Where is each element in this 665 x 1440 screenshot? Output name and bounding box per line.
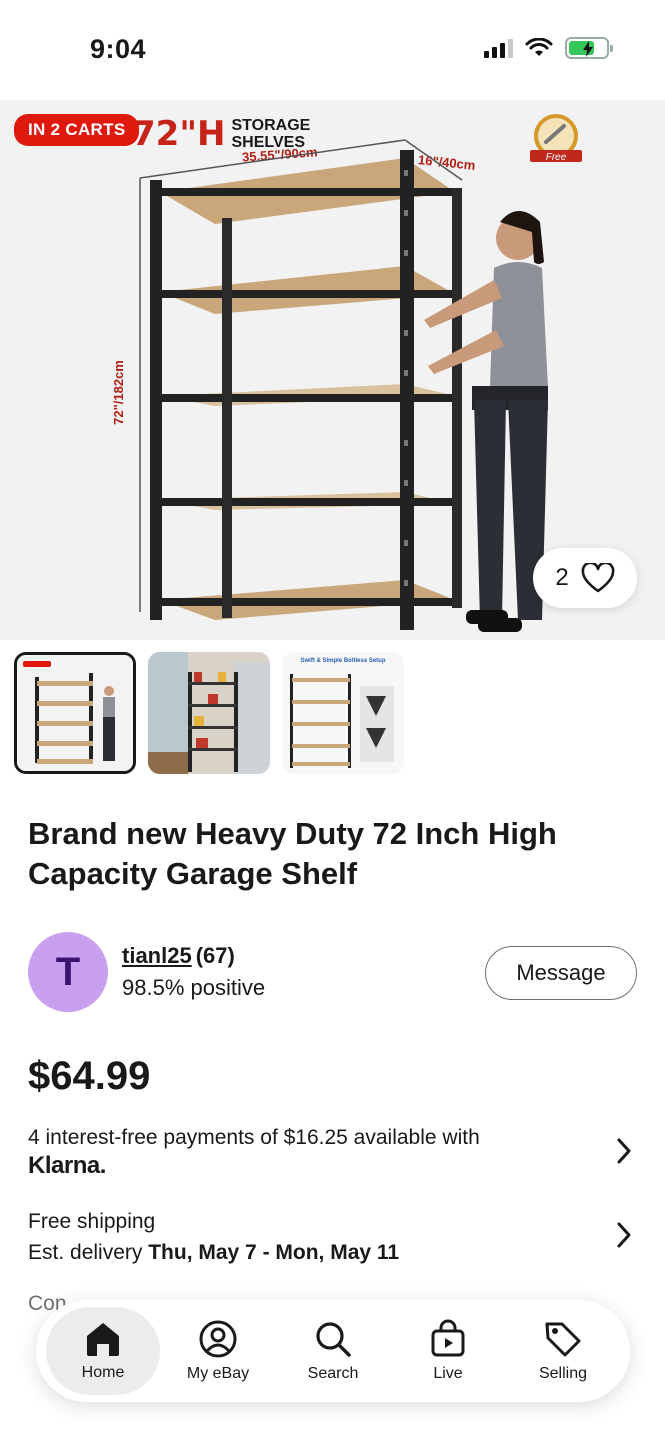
delivery-prefix: Est. delivery	[28, 1241, 143, 1264]
nav-live[interactable]: Live	[391, 1307, 505, 1395]
wifi-icon	[525, 38, 553, 56]
battery-icon	[565, 37, 613, 59]
seller-name-link[interactable]: tianl25	[122, 943, 192, 968]
status-bar: 9:04	[0, 0, 665, 100]
nav-home-label: Home	[81, 1364, 125, 1381]
status-icons	[484, 37, 613, 59]
hero-brand-line2: SHELVES	[231, 134, 305, 151]
listing-title: Brand new Heavy Duty 72 Inch High Capaci…	[28, 816, 557, 891]
heart-icon	[581, 563, 615, 593]
hero-brand-words: STORAGE SHELVES	[231, 117, 310, 151]
status-time: 9:04	[90, 34, 147, 64]
seller-name-line: tianl25 (67)	[122, 943, 265, 969]
nav-selling[interactable]: Selling	[506, 1307, 620, 1395]
home-icon	[87, 1323, 119, 1356]
delivery-estimate: Est. delivery Thu, May 7 - Mon, May 11	[28, 1239, 638, 1267]
nav-my-ebay[interactable]: My eBay	[161, 1307, 275, 1395]
live-bag-icon	[431, 1319, 465, 1357]
nav-selling-label: Selling	[538, 1365, 588, 1382]
chevron-right-icon	[617, 1138, 631, 1164]
nav-search[interactable]: Search	[276, 1307, 390, 1395]
delivery-dates: Thu, May 7 - Mon, May 11	[148, 1241, 400, 1264]
nav-my-ebay-label: My eBay	[186, 1365, 250, 1382]
klarna-logo: Klarna.	[28, 1152, 106, 1179]
thumbnail-2[interactable]	[148, 652, 270, 774]
seller-info: tianl25 (67) 98.5% positive	[122, 943, 265, 1001]
in-carts-badge: IN 2 CARTS	[14, 114, 140, 146]
price: $64.99	[28, 1054, 151, 1098]
hero-brand-text: 72"H STORAGE SHELVES	[132, 114, 310, 154]
thumbnail-strip: Swift & Simple Boltless Setup	[14, 652, 404, 774]
seller-card[interactable]: T tianl25 (67) 98.5% positive	[28, 932, 265, 1012]
payments-text: 4 interest-free payments of $16.25 avail…	[28, 1126, 480, 1149]
search-icon	[316, 1322, 351, 1357]
hero-brand-line1: STORAGE	[231, 117, 311, 134]
seller-avatar[interactable]: T	[28, 932, 108, 1012]
bottom-nav: Home My eBay Search Live Selling	[36, 1300, 630, 1402]
thumbnail-1[interactable]	[14, 652, 136, 774]
message-seller-button[interactable]: Message	[485, 946, 637, 1000]
seller-feedback-percent: 98.5% positive	[122, 975, 266, 1000]
watch-button[interactable]: 2	[533, 548, 637, 608]
chevron-right-icon	[617, 1222, 631, 1248]
hero-height-label: 72"H	[132, 114, 226, 154]
signal-icon	[484, 38, 513, 58]
watch-count: 2	[555, 564, 569, 591]
tag-icon	[545, 1322, 581, 1357]
profile-icon	[199, 1320, 237, 1358]
thumbnail-3[interactable]: Swift & Simple Boltless Setup	[282, 652, 404, 774]
thumb-3-caption: Swift & Simple Boltless Setup	[300, 658, 385, 664]
nav-search-label: Search	[307, 1365, 359, 1382]
seller-feedback-score: (67)	[195, 943, 235, 968]
payments-row[interactable]: 4 interest-free payments of $16.25 avail…	[28, 1124, 638, 1180]
shipping-label: Free shipping	[28, 1210, 156, 1233]
product-hero-image[interactable]: IN 2 CARTS 72"H STORAGE SHELVES 35.55"/9…	[0, 100, 665, 640]
nav-live-label: Live	[433, 1365, 463, 1382]
nav-home[interactable]: Home	[46, 1307, 160, 1395]
shipping-row[interactable]: Free shipping Est. delivery Thu, May 7 -…	[28, 1208, 638, 1268]
